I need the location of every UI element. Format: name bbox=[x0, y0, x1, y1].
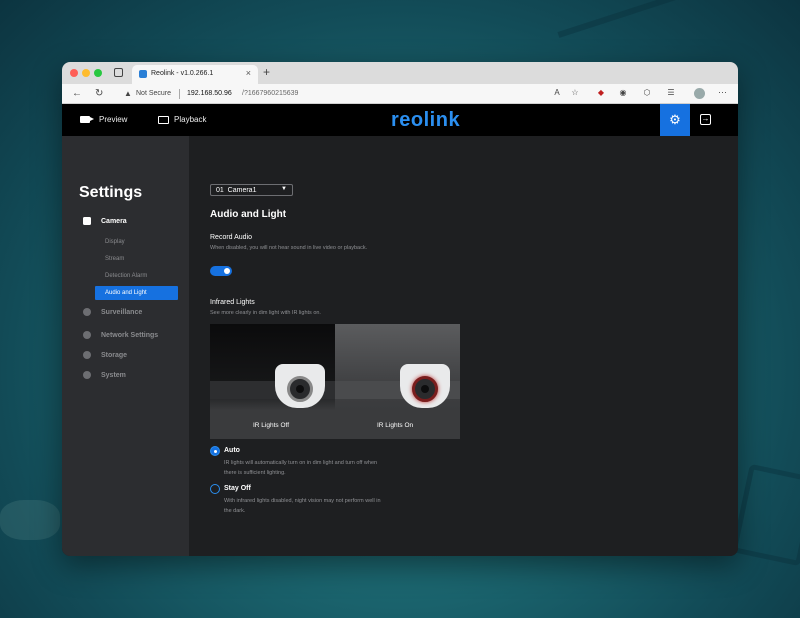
reolink-favicon-icon bbox=[139, 70, 147, 78]
camera-select[interactable]: 01 Camera1 ▼ bbox=[210, 184, 293, 196]
storage-icon bbox=[83, 351, 91, 359]
globe-icon bbox=[83, 331, 91, 339]
stay-off-radio[interactable] bbox=[210, 484, 220, 494]
playback-label: Playback bbox=[174, 115, 207, 124]
sidebar-sub-stream[interactable]: Stream bbox=[105, 256, 124, 262]
stay-off-label[interactable]: Stay Off bbox=[224, 485, 251, 492]
gear-icon bbox=[83, 371, 91, 379]
maximize-window-button[interactable] bbox=[94, 69, 102, 77]
ir-comparison-image: IR Lights Off IR Lights On bbox=[210, 324, 460, 439]
auto-label[interactable]: Auto bbox=[224, 447, 240, 454]
url-host[interactable]: 192.168.50.96 bbox=[187, 90, 232, 97]
camera-icon bbox=[273, 360, 327, 410]
browser-tab[interactable]: Reolink - v1.0.266.1 × bbox=[132, 65, 258, 84]
divider bbox=[179, 89, 180, 99]
ir-on-label: IR Lights On bbox=[377, 422, 414, 429]
auto-hint: IR lights will automatically turn on in … bbox=[224, 460, 378, 476]
reload-icon[interactable]: ↻ bbox=[95, 88, 103, 99]
sidebar-item-label: Camera bbox=[101, 217, 127, 225]
gear-icon: ⚙ bbox=[669, 112, 681, 127]
tab-close-icon[interactable]: × bbox=[246, 68, 251, 78]
background-wreck-shape bbox=[731, 463, 800, 567]
sidebar-sub-audio-and-light[interactable]: Audio and Light bbox=[95, 286, 178, 300]
record-audio-label: Record Audio bbox=[210, 234, 253, 241]
not-secure-label[interactable]: Not Secure bbox=[136, 90, 171, 97]
auto-radio[interactable] bbox=[210, 446, 220, 456]
stay-off-hint: With infrared lights disabled, night vis… bbox=[224, 498, 381, 514]
ir-off-label: IR Lights Off bbox=[253, 422, 290, 429]
playback-button[interactable]: Playback bbox=[158, 115, 206, 124]
page-title: Settings bbox=[79, 184, 143, 201]
warning-icon[interactable]: ▲ bbox=[124, 89, 132, 98]
video-camera-icon bbox=[80, 116, 94, 123]
camera-icon bbox=[398, 360, 452, 410]
sidebar-item-label: Surveillance bbox=[101, 308, 143, 316]
new-tab-button[interactable]: + bbox=[263, 65, 270, 79]
favorites-bar-icon[interactable]: ☰ bbox=[666, 88, 676, 98]
camera-icon bbox=[83, 217, 91, 225]
extension-icon[interactable]: ⬡ bbox=[642, 88, 652, 98]
preview-button[interactable]: Preview bbox=[80, 115, 127, 124]
sidebar-item-label: Network Settings bbox=[101, 331, 159, 339]
sidebar-item-label: Storage bbox=[101, 351, 128, 359]
tab-strip: Reolink - v1.0.266.1 × + bbox=[62, 62, 738, 84]
profile-icon[interactable] bbox=[694, 88, 705, 99]
infrared-label: Infrared Lights bbox=[210, 299, 255, 306]
extension-icon[interactable]: ◉ bbox=[618, 88, 628, 98]
sidebar-sub-detection-alarm[interactable]: Detection Alarm bbox=[105, 273, 147, 279]
playback-icon bbox=[158, 115, 169, 124]
preview-label: Preview bbox=[99, 115, 128, 124]
settings-content: 01 Camera1 ▼ Audio and Light Record Audi… bbox=[189, 136, 738, 556]
sidebar-item-surveillance[interactable]: Surveillance bbox=[83, 308, 142, 316]
sidebar-item-system[interactable]: System bbox=[83, 371, 126, 379]
chevron-down-icon: ▼ bbox=[281, 186, 287, 192]
address-bar: ← ↻ ▲ Not Secure 192.168.50.96 /?1667960… bbox=[62, 84, 738, 104]
sidebar-item-network-settings[interactable]: Network Settings bbox=[83, 331, 158, 339]
read-aloud-icon[interactable]: A bbox=[552, 88, 562, 98]
section-title: Audio and Light bbox=[210, 209, 287, 220]
reolink-logo: reolink bbox=[391, 109, 461, 131]
sidebar-item-storage[interactable]: Storage bbox=[83, 351, 127, 359]
tab-title: Reolink - v1.0.266.1 bbox=[151, 70, 214, 77]
app-header: Preview Playback reolink ⚙ → bbox=[62, 104, 738, 136]
settings-button[interactable]: ⚙ bbox=[660, 104, 690, 136]
back-arrow-icon[interactable]: ← bbox=[72, 88, 82, 99]
record-audio-toggle[interactable] bbox=[210, 266, 232, 276]
sidebar-sub-display[interactable]: Display bbox=[105, 239, 125, 245]
tab-overview-icon[interactable] bbox=[114, 68, 123, 77]
favorites-icon[interactable]: ☆ bbox=[570, 88, 580, 98]
more-icon[interactable]: ··· bbox=[718, 87, 727, 97]
url-path[interactable]: /?1667960215639 bbox=[242, 90, 298, 97]
shield-icon bbox=[83, 308, 91, 316]
sidebar-item-camera[interactable]: Camera bbox=[83, 217, 127, 225]
infrared-hint: See more clearly in dim light with IR li… bbox=[210, 310, 321, 316]
minimize-window-button[interactable] bbox=[82, 69, 90, 77]
background-wreck-shape bbox=[557, 0, 713, 71]
camera-select-value: 01 Camera1 bbox=[216, 186, 257, 194]
browser-window: Reolink - v1.0.266.1 × + ← ↻ ▲ Not Secur… bbox=[62, 62, 738, 556]
extension-icon[interactable]: ◆ bbox=[596, 88, 606, 98]
close-window-button[interactable] bbox=[70, 69, 78, 77]
sidebar-item-label: System bbox=[101, 371, 126, 379]
settings-sidebar: Settings Camera Display Stream Detection… bbox=[62, 136, 189, 556]
logout-icon[interactable]: → bbox=[700, 114, 711, 125]
background-rock-shape bbox=[0, 500, 60, 540]
record-audio-hint: When disabled, you will not hear sound i… bbox=[210, 245, 368, 251]
